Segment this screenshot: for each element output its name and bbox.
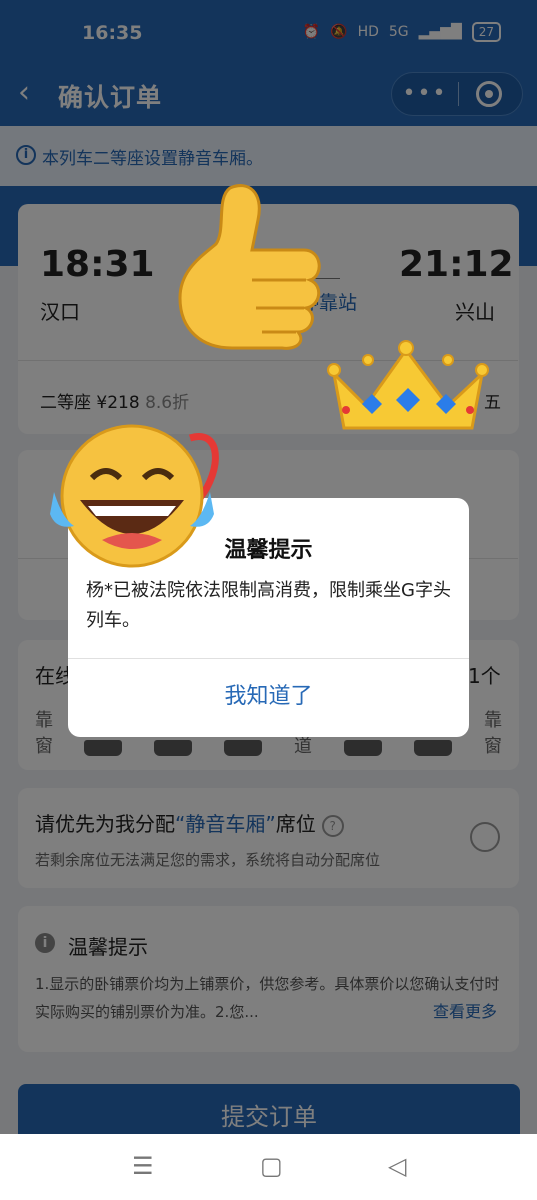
- crown-sticker-icon: [327, 340, 489, 430]
- laughing-emoji-sticker-icon: [50, 424, 219, 568]
- system-nav-bar: ☰ ▢ ◁: [0, 1134, 537, 1200]
- system-back-icon[interactable]: ◁: [388, 1154, 406, 1178]
- menu-icon[interactable]: ☰: [132, 1154, 154, 1178]
- home-icon[interactable]: ▢: [260, 1154, 283, 1178]
- dialog-confirm-button[interactable]: 我知道了: [68, 659, 469, 737]
- dialog-message: 杨*已被法院依法限制高消费，限制乘坐G字头列车。: [86, 580, 451, 631]
- thumbs-up-sticker-icon: [178, 184, 321, 350]
